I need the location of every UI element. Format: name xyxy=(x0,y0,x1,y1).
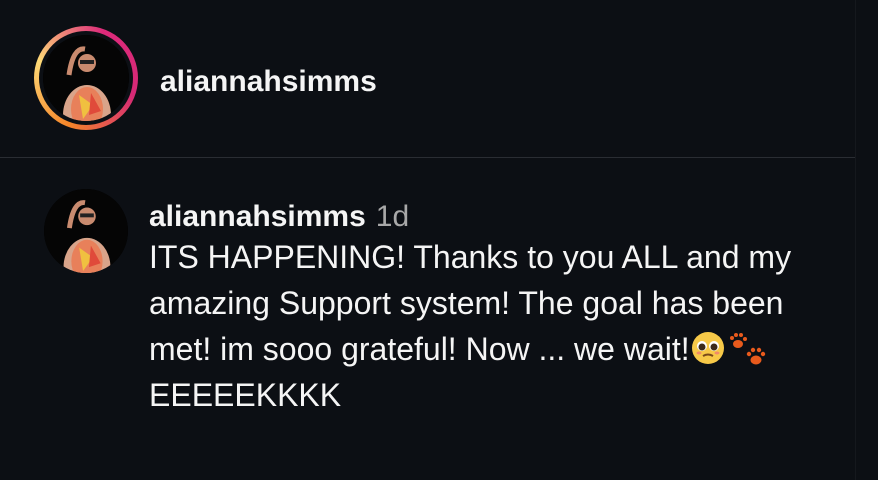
scrollbar-track[interactable] xyxy=(855,0,878,480)
avatar xyxy=(43,35,129,121)
story-ring-avatar[interactable] xyxy=(34,26,138,130)
paw-prints-emoji-icon xyxy=(729,333,765,365)
comment-avatar[interactable] xyxy=(44,189,128,273)
pleading-face-emoji-icon xyxy=(691,332,724,364)
comment-header: aliannahsimms 1d xyxy=(149,197,849,237)
comment-body: aliannahsimms 1d ITS HAPPENING! Thanks to… xyxy=(149,197,849,418)
header-username[interactable]: aliannahsimms xyxy=(160,64,377,100)
comment-timestamp: 1d xyxy=(375,200,410,233)
comment-text-tail: EEEEEKKKK xyxy=(149,377,342,413)
comment-text: ITS HAPPENING! Thanks to you ALL and my … xyxy=(149,234,799,418)
profile-photo-icon xyxy=(43,35,129,121)
comment-username[interactable]: aliannahsimms xyxy=(149,200,366,233)
post-header: aliannahsimms xyxy=(0,0,878,158)
comment: aliannahsimms 1d ITS HAPPENING! Thanks to… xyxy=(0,159,878,480)
profile-photo-icon xyxy=(44,189,128,273)
